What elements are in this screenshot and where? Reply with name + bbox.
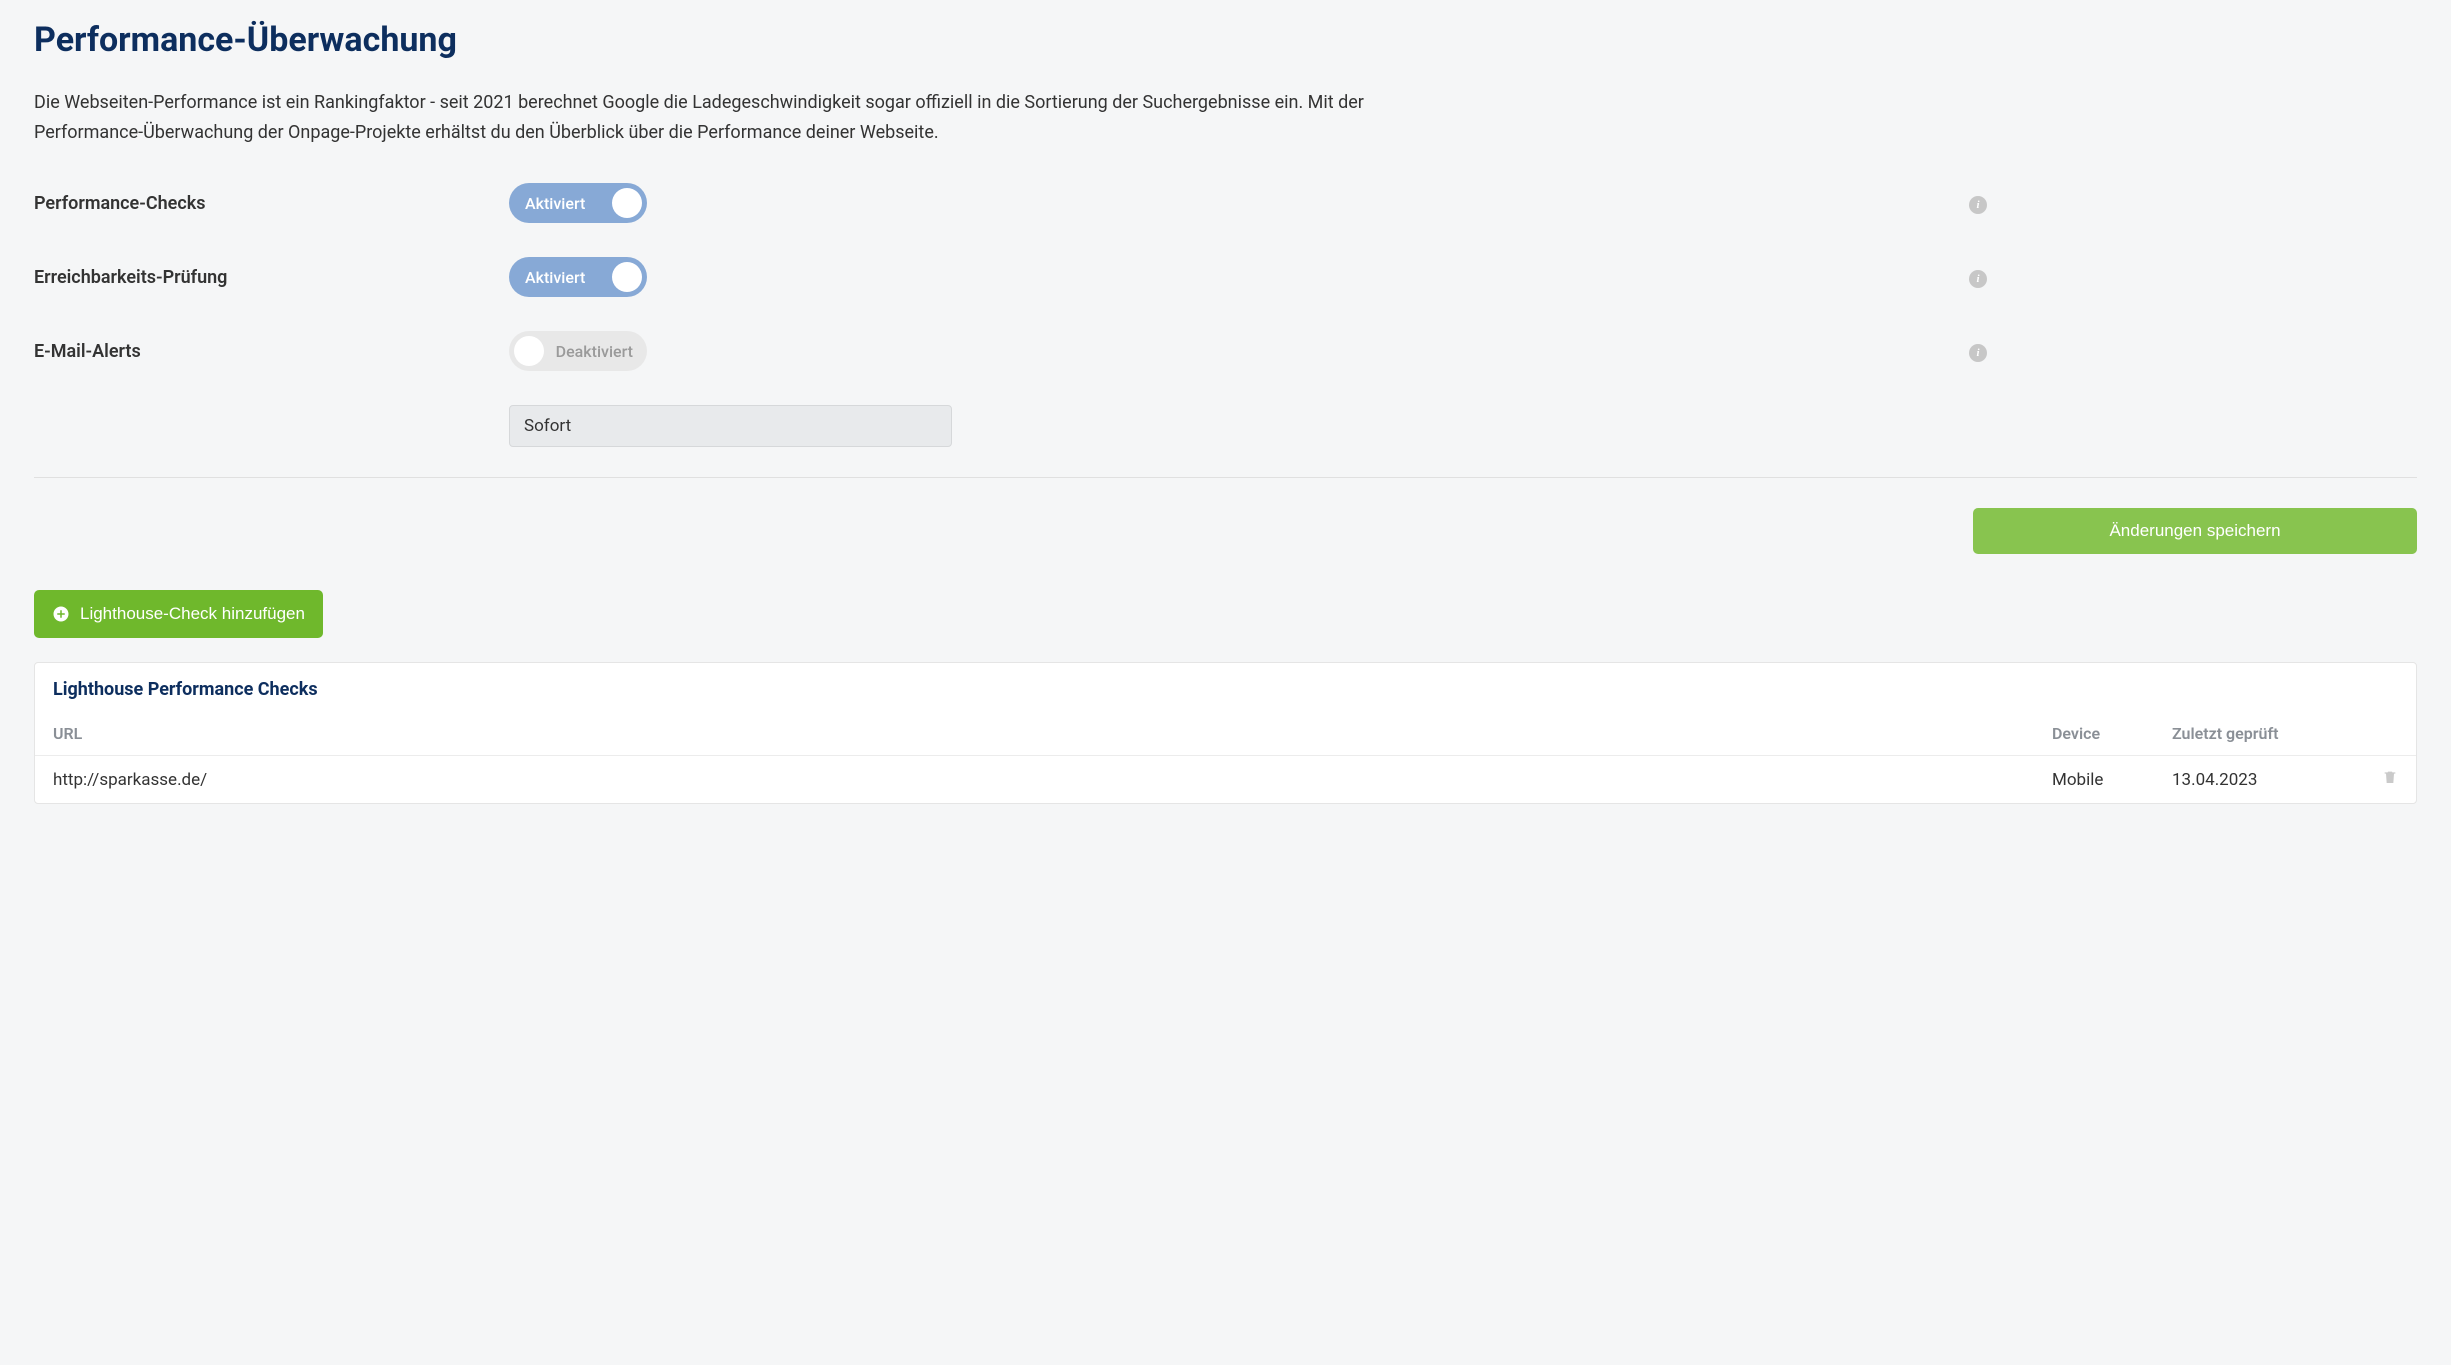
column-header-device: Device xyxy=(2034,712,2154,756)
column-header-actions xyxy=(2364,712,2416,756)
select-value: Sofort xyxy=(524,416,571,436)
setting-row-reachability: Erreichbarkeits-Prüfung Aktiviert i xyxy=(34,257,2417,297)
reachability-toggle[interactable]: Aktiviert xyxy=(509,257,647,297)
divider xyxy=(34,477,2417,478)
info-icon[interactable]: i xyxy=(1969,344,1987,362)
setting-label: E-Mail-Alerts xyxy=(34,341,509,362)
setting-label: Erreichbarkeits-Prüfung xyxy=(34,267,509,288)
table-row: http://sparkasse.de/ Mobile 13.04.2023 xyxy=(35,756,2416,804)
column-header-url: URL xyxy=(35,712,2034,756)
toggle-state-label: Aktiviert xyxy=(509,268,601,287)
performance-checks-toggle[interactable]: Aktiviert xyxy=(509,183,647,223)
button-label: Lighthouse-Check hinzufügen xyxy=(80,604,305,624)
column-header-last-checked: Zuletzt geprüft xyxy=(2154,712,2364,756)
toggle-knob xyxy=(514,336,544,366)
page-title: Performance-Überwachung xyxy=(34,20,2417,60)
add-lighthouse-check-button[interactable]: Lighthouse-Check hinzufügen xyxy=(34,590,323,638)
save-button[interactable]: Änderungen speichern xyxy=(1973,508,2417,554)
setting-label: Performance-Checks xyxy=(34,193,509,214)
trash-icon[interactable] xyxy=(2382,768,2398,786)
cell-url: http://sparkasse.de/ xyxy=(35,756,2034,804)
cell-device: Mobile xyxy=(2034,756,2154,804)
info-icon[interactable]: i xyxy=(1969,196,1987,214)
panel-title: Lighthouse Performance Checks xyxy=(53,679,2398,700)
plus-circle-icon xyxy=(52,605,70,623)
cell-last-checked: 13.04.2023 xyxy=(2154,756,2364,804)
setting-row-performance-checks: Performance-Checks Aktiviert i xyxy=(34,183,2417,223)
toggle-state-label: Aktiviert xyxy=(509,194,601,213)
lighthouse-checks-panel: Lighthouse Performance Checks URL Device… xyxy=(34,662,2417,804)
toggle-knob xyxy=(612,262,642,292)
info-icon[interactable]: i xyxy=(1969,270,1987,288)
toggle-state-label: Deaktiviert xyxy=(556,342,647,361)
email-alerts-toggle[interactable]: Deaktiviert xyxy=(509,331,647,371)
toggle-knob xyxy=(612,188,642,218)
alert-frequency-select[interactable]: Sofort xyxy=(509,405,952,447)
lighthouse-checks-table: URL Device Zuletzt geprüft http://sparka… xyxy=(35,712,2416,803)
page-description: Die Webseiten-Performance ist ein Rankin… xyxy=(34,88,1424,147)
setting-row-email-alerts: E-Mail-Alerts Deaktiviert i xyxy=(34,331,2417,371)
